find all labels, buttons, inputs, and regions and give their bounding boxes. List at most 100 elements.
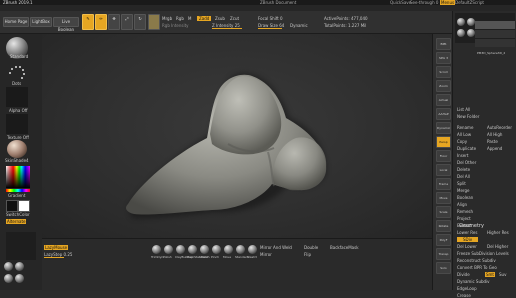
move-mode-button[interactable]: ✥ <box>108 14 120 30</box>
subtool-all-low-button[interactable]: All Low <box>457 132 471 137</box>
brush-damstandard-icon[interactable] <box>188 245 197 254</box>
shelf-persp-button[interactable]: Persp <box>436 136 451 148</box>
rotate-mode-button[interactable]: ↻ <box>134 14 146 30</box>
subtool-align-button[interactable]: Align <box>457 202 467 207</box>
freeze-subdiv-button[interactable]: Freeze SubDivision Levels <box>457 251 509 256</box>
shelf-move-button[interactable]: Move <box>436 192 451 204</box>
alternate-toggle[interactable]: Alternate <box>6 219 27 224</box>
subtool-append-button[interactable]: Append <box>487 146 502 151</box>
reconstruct-subdiv-button[interactable]: Reconstruct Subdiv <box>457 258 496 263</box>
shelf-scale-button[interactable]: Scale <box>436 206 451 218</box>
zadd-toggle[interactable]: Zadd <box>197 16 212 21</box>
brush-move-icon[interactable] <box>224 245 233 254</box>
subtool-item[interactable]: PM3D_Sphere3D <box>475 21 515 37</box>
crease-section[interactable]: Crease <box>457 293 471 298</box>
brush-standard-icon[interactable] <box>236 245 245 254</box>
smt-toggle[interactable]: Smt <box>485 272 496 277</box>
subtool-paste-button[interactable]: Paste <box>487 139 498 144</box>
shelf-aahalf-button[interactable]: AAHalf <box>436 108 451 120</box>
shelf-dynamic-button[interactable]: Dynamic <box>436 122 451 134</box>
subtool-all-high-button[interactable]: All High <box>487 132 502 137</box>
higher-res-button[interactable]: Higher Res <box>487 230 509 235</box>
live-boolean-button[interactable]: Live Boolean <box>53 17 79 32</box>
zcut-toggle[interactable]: Zcut <box>230 16 239 21</box>
dynamic-subdiv-section[interactable]: Dynamic Subdiv <box>457 279 490 284</box>
subtool-del-other-button[interactable]: Del Other <box>457 160 476 165</box>
del-higher-button[interactable]: Del Higher <box>487 244 508 249</box>
secondary-color-swatch[interactable] <box>18 200 30 212</box>
subtool-remesh-button[interactable]: Remesh <box>457 209 473 214</box>
subtool-rename-button[interactable]: Rename <box>457 125 473 130</box>
subtool-delete-button[interactable]: Delete <box>457 167 470 172</box>
backface-mask-toggle[interactable]: BackfaceMask <box>330 245 359 250</box>
brush-trimdyn-icon[interactable] <box>152 245 161 254</box>
new-folder-button[interactable]: New Folder <box>457 114 479 119</box>
subtool-del-all-button[interactable]: Del All <box>457 174 470 179</box>
mini-sphere-1-icon[interactable] <box>4 262 13 271</box>
lightbox-button[interactable]: LightBox <box>30 17 52 27</box>
mirror-and-weld-button[interactable]: Mirror And Weld <box>260 245 292 250</box>
list-all-button[interactable]: List All <box>457 107 470 112</box>
m-toggle[interactable]: M <box>188 16 191 21</box>
del-lower-button[interactable]: Del Lower <box>457 244 477 249</box>
hue-strip[interactable] <box>6 189 30 192</box>
subtool-item[interactable]: PM3D_Sphere3D_1 <box>475 30 515 46</box>
subtool-boolean-button[interactable]: Boolean <box>457 195 473 200</box>
focal-shift-slider[interactable]: Focal Shift 0 <box>258 16 283 21</box>
color-swatch-button[interactable] <box>148 14 160 30</box>
subtool-autoreorder-button[interactable]: AutoReorder <box>487 125 512 130</box>
brush-hpolish-icon[interactable] <box>200 245 209 254</box>
shelf-floor-button[interactable]: Floor <box>436 150 451 162</box>
geometry-section-header[interactable]: Geometry <box>459 223 484 229</box>
main-color-swatch[interactable] <box>6 200 18 212</box>
shelf-bpr-button[interactable]: BPR <box>436 38 451 50</box>
switch-color-button[interactable]: SwitchColor <box>6 212 30 217</box>
brush-claybuildup-icon[interactable] <box>176 245 185 254</box>
mini-sphere-4-icon[interactable] <box>15 274 24 283</box>
divide-button[interactable]: Divide <box>457 272 470 277</box>
brush-polish-icon[interactable] <box>164 245 173 254</box>
double-toggle[interactable]: Double <box>304 245 318 250</box>
lazymouse-toggle[interactable]: LazyMouse <box>44 245 69 250</box>
subtool-copy-button[interactable]: Copy <box>457 139 467 144</box>
flip-toggle[interactable]: Flip <box>304 252 311 257</box>
subtool-split-button[interactable]: Split <box>457 181 466 186</box>
shelf-actual-button[interactable]: Actual <box>436 94 451 106</box>
color-picker[interactable] <box>6 166 30 188</box>
mirror-button[interactable]: Mirror <box>260 252 272 257</box>
mini-sphere-2-icon[interactable] <box>15 262 24 271</box>
dots-stroke-icon[interactable] <box>6 61 28 83</box>
subtool-project-button[interactable]: Project <box>457 216 471 221</box>
shelf-transp-button[interactable]: Transp <box>436 248 451 260</box>
suv-toggle[interactable]: Suv <box>499 272 506 277</box>
subtool-merge-button[interactable]: Merge <box>457 188 470 193</box>
brush-pinch-icon[interactable] <box>212 245 221 254</box>
shelf-scroll-button[interactable]: Scroll <box>436 66 451 78</box>
subtool-insert-button[interactable]: Insert <box>457 153 468 158</box>
material-sphere-icon[interactable] <box>7 140 27 158</box>
brush-slash3-icon[interactable] <box>248 245 257 254</box>
rgb-toggle[interactable]: Rgb <box>176 16 184 21</box>
subtool-item[interactable]: PM3D_Sphere3D_2 <box>475 39 515 55</box>
edit-mode-button[interactable]: ✎ <box>82 14 94 30</box>
scale-mode-button[interactable]: ⤢ <box>121 14 133 30</box>
lower-res-button[interactable]: Lower Res <box>457 230 477 235</box>
viewport-canvas[interactable] <box>42 34 432 238</box>
shelf-frame-button[interactable]: Frame <box>436 178 451 190</box>
shelf-local-button[interactable]: Local <box>436 164 451 176</box>
zsub-toggle[interactable]: Zsub <box>215 16 225 21</box>
alpha-slot[interactable] <box>6 87 28 107</box>
mini-sphere-3-icon[interactable] <box>4 274 13 283</box>
shelf-zoom-button[interactable]: Zoom <box>436 80 451 92</box>
draw-mode-button[interactable]: ✏ <box>95 14 107 30</box>
sdiv-slider[interactable]: SDiv <box>457 237 479 242</box>
shelf-polyf-button[interactable]: PolyF <box>436 234 451 246</box>
convert-bpr-button[interactable]: Convert BPR To Geo <box>457 265 497 270</box>
edgeloop-section[interactable]: EdgeLoop <box>457 286 477 291</box>
rgb-intensity-slider[interactable]: Rgb Intensity <box>162 23 189 28</box>
shelf-rotate-button[interactable]: Rotate <box>436 220 451 232</box>
dynamic-toggle[interactable]: Dynamic <box>290 23 308 28</box>
shelf-solo-button[interactable]: Solo <box>436 262 451 274</box>
texture-slot[interactable] <box>6 114 28 134</box>
home-page-button[interactable]: Home Page <box>3 17 29 27</box>
